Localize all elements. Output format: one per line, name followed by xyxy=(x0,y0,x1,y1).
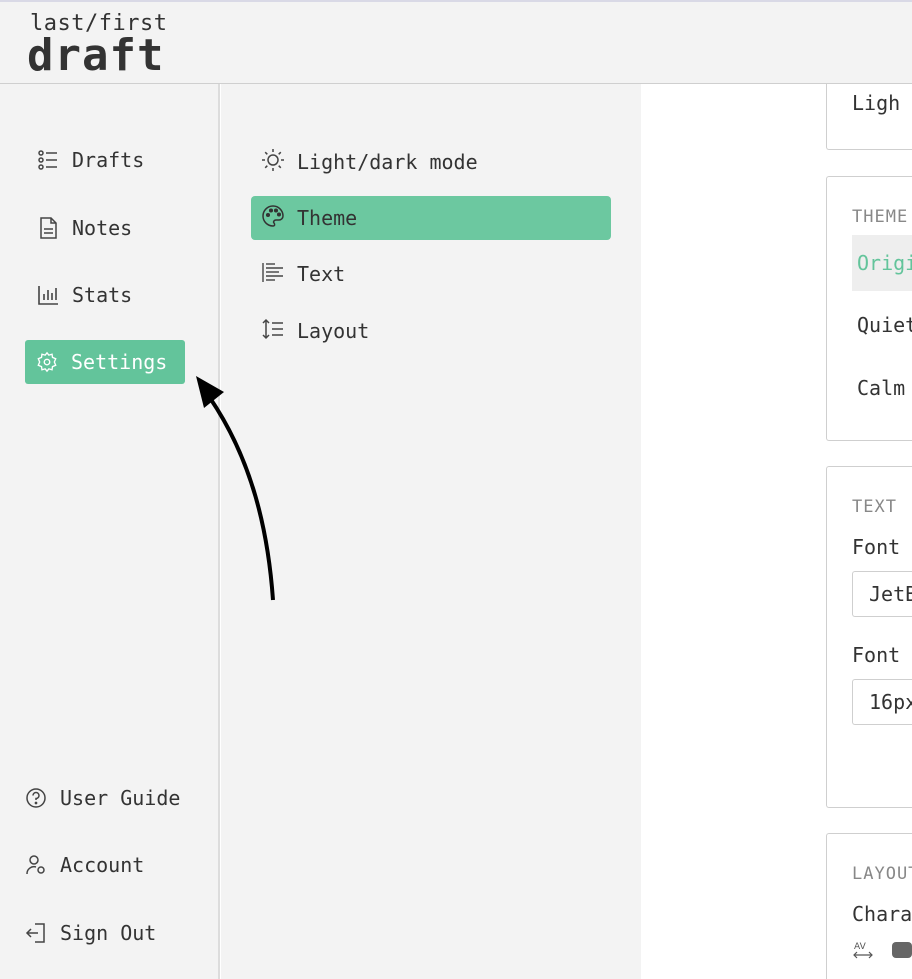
submenu-item-layout[interactable]: Layout xyxy=(251,309,611,353)
sidebar-item-label: Sign Out xyxy=(60,921,157,945)
font-label: Font xyxy=(852,535,901,559)
layout-panel: LAYOUT Chara AV xyxy=(826,833,912,979)
sidebar-item-label: Stats xyxy=(72,283,133,307)
palette-icon xyxy=(261,204,285,233)
sidebar-item-label: Notes xyxy=(72,216,133,240)
submenu-item-label: Light/dark mode xyxy=(297,150,478,174)
sign-out-icon xyxy=(24,921,48,945)
text-panel-label: TEXT xyxy=(852,497,897,517)
gear-icon xyxy=(35,350,59,374)
sun-icon xyxy=(261,148,285,177)
theme-option[interactable]: Calm xyxy=(852,360,912,416)
char-spacing-label: Chara xyxy=(852,902,912,926)
sidebar-item-sign-out[interactable]: Sign Out xyxy=(14,911,156,955)
sidebar-item-label: Settings xyxy=(71,350,168,374)
font-select[interactable]: JetB xyxy=(852,571,912,617)
sidebar-item-user-guide[interactable]: User Guide xyxy=(14,776,180,820)
file-icon xyxy=(36,216,60,240)
sidebar-item-label: User Guide xyxy=(60,786,181,810)
list-icon xyxy=(36,148,60,172)
submenu-item-text[interactable]: Text xyxy=(251,252,611,296)
layout-panel-label: LAYOUT xyxy=(852,864,912,884)
submenu-item-theme[interactable]: Theme xyxy=(251,196,611,240)
sidebar-item-account[interactable]: Account xyxy=(14,843,144,887)
bar-chart-icon xyxy=(36,283,60,307)
sidebar: Drafts Notes Stats Settings User Guide A… xyxy=(0,84,220,979)
text-panel: TEXT Font JetB Font 16px xyxy=(826,466,912,808)
sidebar-item-drafts[interactable]: Drafts xyxy=(26,138,144,182)
submenu-item-label: Theme xyxy=(297,206,358,230)
font-size-label: Font xyxy=(852,643,901,667)
theme-panel-label: THEME xyxy=(852,207,909,227)
annotation-arrow xyxy=(196,376,275,601)
submenu-item-label: Text xyxy=(297,262,346,286)
submenu-item-light-dark[interactable]: Light/dark mode xyxy=(251,140,611,184)
app-header: last/first draft xyxy=(0,0,912,84)
mode-value[interactable]: Ligh xyxy=(852,91,900,115)
sidebar-item-label: Drafts xyxy=(72,148,145,172)
settings-content: Ligh THEME Origi Quiet Calm TEXT Font Je… xyxy=(641,84,912,979)
svg-text:AV: AV xyxy=(854,942,867,952)
theme-option[interactable]: Quiet xyxy=(852,297,912,353)
theme-panel: THEME Origi Quiet Calm xyxy=(826,176,912,441)
user-cog-icon xyxy=(24,853,48,877)
text-align-icon xyxy=(261,260,285,289)
slider-thumb[interactable] xyxy=(892,942,912,958)
mode-panel: Ligh xyxy=(826,84,912,150)
logo-title[interactable]: draft xyxy=(27,30,164,81)
sidebar-item-settings[interactable]: Settings xyxy=(25,340,185,384)
letter-spacing-icon: AV xyxy=(852,940,874,966)
sidebar-item-stats[interactable]: Stats xyxy=(26,273,132,317)
sidebar-item-label: Account xyxy=(60,853,145,877)
sidebar-item-notes[interactable]: Notes xyxy=(26,206,132,250)
font-size-select[interactable]: 16px xyxy=(852,679,912,725)
submenu-item-label: Layout xyxy=(297,319,370,343)
help-circle-icon xyxy=(24,786,48,810)
theme-option[interactable]: Origi xyxy=(852,235,912,291)
line-height-icon xyxy=(261,317,285,346)
